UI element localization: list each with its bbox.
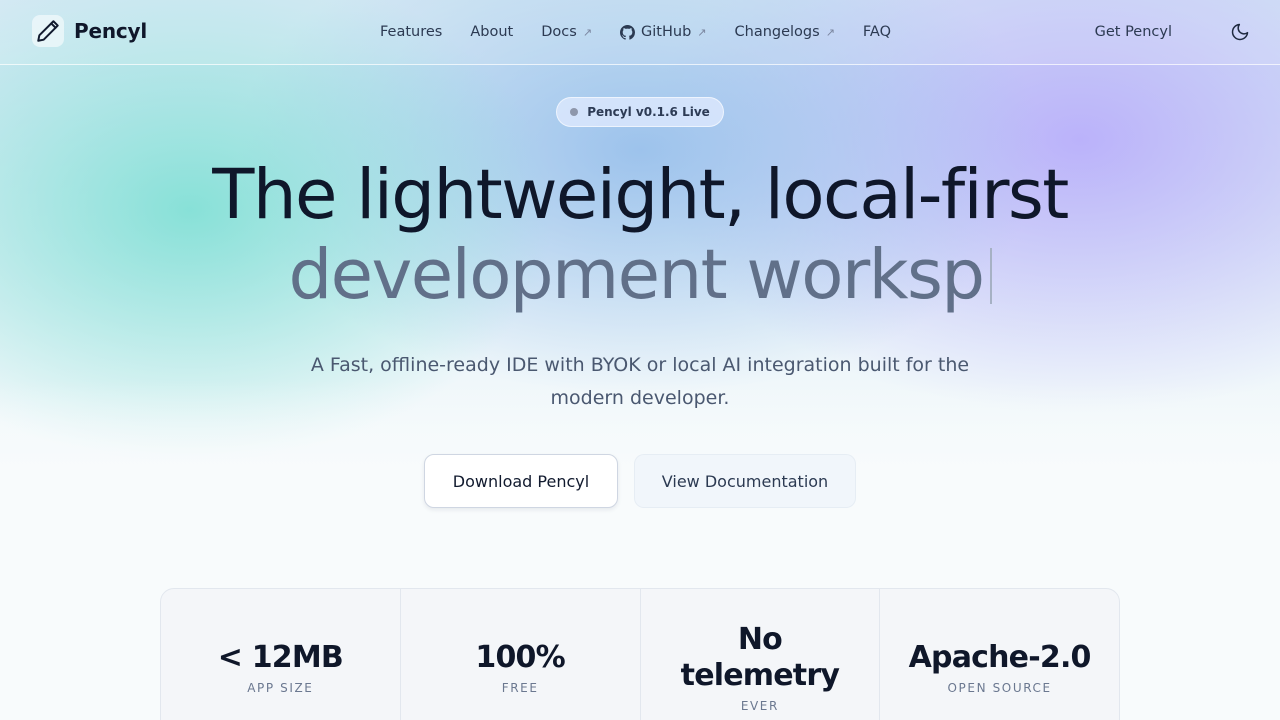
hero-title-line-2: development worksp [0, 235, 1280, 315]
external-link-icon: ↗ [825, 25, 835, 39]
github-icon [620, 24, 636, 40]
stat-telemetry: No telemetry Ever [641, 589, 881, 720]
nav-link-label: FAQ [862, 24, 891, 40]
brand-logo[interactable]: Pencyl [32, 15, 147, 47]
download-button[interactable]: Download Pencyl [424, 454, 618, 508]
nav-link-label: Features [380, 24, 443, 40]
brand-name: Pencyl [74, 19, 148, 43]
nav-link-label: GitHub [641, 24, 692, 40]
stat-value: < 12MB [217, 640, 344, 675]
status-dot-icon [570, 108, 579, 116]
stat-license: Apache-2.0 Open source [880, 589, 1119, 720]
moon-icon[interactable] [1228, 20, 1252, 44]
hero-subtitle: A Fast, offline-ready IDE with BYOK or l… [310, 354, 970, 409]
get-pencyl-link[interactable]: Get Pencyl [1095, 24, 1172, 40]
view-documentation-button[interactable]: View Documentation [634, 454, 856, 508]
stat-value: Apache-2.0 [908, 640, 1092, 675]
stat-label: Open source [947, 681, 1052, 695]
stat-value: 100% [475, 640, 565, 675]
nav-link-label: Changelogs [734, 24, 820, 40]
nav-link-github[interactable]: GitHub ↗ [620, 24, 707, 40]
stat-app-size: < 12MB App size [161, 589, 401, 720]
stat-free: 100% Free [401, 589, 641, 720]
external-link-icon: ↗ [697, 25, 707, 39]
stats-panel: < 12MB App size 100% Free No telemetry E… [160, 588, 1120, 720]
external-link-icon: ↗ [582, 25, 593, 39]
nav-link-label: About [470, 24, 514, 40]
stat-label: Free [501, 681, 539, 695]
nav-link-features[interactable]: Features [380, 24, 442, 40]
nav-link-docs[interactable]: Docs ↗ [541, 24, 592, 40]
pencil-icon [32, 15, 64, 47]
nav-link-label: Docs [541, 24, 577, 40]
version-badge[interactable]: Pencyl v0.1.6 Live [556, 97, 724, 127]
nav-link-faq[interactable]: FAQ [863, 24, 891, 40]
nav-link-about[interactable]: About [470, 24, 513, 40]
hero-title-line-1: The lightweight, local-first [212, 155, 1069, 235]
nav-actions: Get Pencyl [1095, 0, 1252, 64]
stat-value: No telemetry [680, 622, 840, 693]
hero-title-typed-text: development worksp [288, 235, 985, 315]
top-navbar: Pencyl Features About Docs ↗ GitHub ↗ Ch… [0, 0, 1280, 65]
nav-links: Features About Docs ↗ GitHub ↗ Changelog… [380, 0, 919, 64]
version-badge-label: Pencyl v0.1.6 Live [587, 105, 710, 119]
stat-label: Ever [740, 699, 779, 713]
nav-link-changelogs[interactable]: Changelogs ↗ [735, 24, 835, 40]
hero-title: The lightweight, local-first development… [0, 155, 1280, 315]
stat-label: App size [247, 681, 314, 695]
typing-caret [989, 248, 992, 304]
